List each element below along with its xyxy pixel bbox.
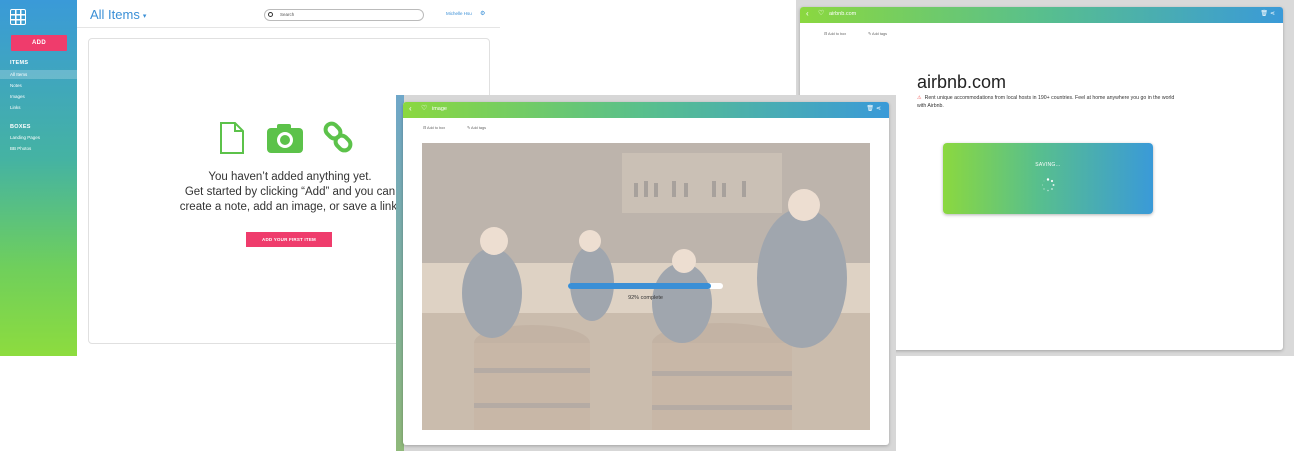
share-icon[interactable]: ⋖	[876, 106, 883, 112]
image-window: ‹ ♡ image 🗑⋖ ⊟ Add to box ✎ Add tags 92%…	[396, 95, 896, 451]
note-icon	[220, 122, 244, 154]
sidebar-item-all-items[interactable]: All Items	[0, 70, 77, 79]
add-tags-label: Add tags	[872, 32, 888, 36]
link-icon	[323, 121, 353, 153]
saving-label: SAVING...	[1035, 162, 1061, 168]
grid-logo-icon[interactable]	[10, 9, 26, 25]
add-to-box-link[interactable]: ⊟ Add to box	[824, 31, 846, 36]
heart-icon[interactable]: ♡	[818, 9, 824, 17]
sidebar-heading-boxes: BOXES	[10, 124, 31, 130]
sidebar-item-notes[interactable]: Notes	[0, 81, 77, 90]
header-divider	[77, 27, 500, 28]
page-title-text: All Items	[90, 7, 140, 22]
saving-overlay: SAVING...	[943, 143, 1153, 214]
add-tags-label: Add tags	[471, 126, 487, 130]
image-title-bar: ‹ ♡ image 🗑⋖	[403, 102, 889, 118]
upload-progress-text: 92% complete	[628, 295, 663, 301]
add-first-item-button[interactable]: ADD YOUR FIRST ITEM	[246, 232, 332, 247]
add-button[interactable]: ADD	[11, 35, 67, 51]
airbnb-page-title: airbnb.com	[917, 72, 1007, 92]
heart-icon[interactable]: ♡	[421, 104, 427, 112]
search-placeholder: Search	[280, 12, 295, 17]
empty-message-line: create a note, add an image, or save a l…	[179, 201, 401, 213]
sidebar-item-links[interactable]: Links	[0, 103, 77, 112]
empty-state-icons	[220, 121, 353, 154]
image-card: ‹ ♡ image 🗑⋖ ⊟ Add to box ✎ Add tags 92%…	[403, 102, 889, 445]
search-input[interactable]: Search	[264, 9, 424, 21]
sidebar: ADD ITEMS All Items Notes Images Links B…	[0, 0, 77, 356]
upload-progress-fill	[568, 283, 711, 289]
share-icon[interactable]: ⋖	[1270, 11, 1277, 17]
trash-icon[interactable]: 🗑	[1260, 11, 1270, 17]
sidebar-heading-items: ITEMS	[10, 60, 29, 66]
back-icon[interactable]: ‹	[806, 9, 809, 18]
airbnb-description: ⚠ Rent unique accommodations from local h…	[917, 94, 1182, 110]
airbnb-logo-icon: ⚠	[917, 95, 922, 101]
empty-message-line: You haven’t added anything yet.	[208, 171, 372, 183]
uploaded-photo: 92% complete	[422, 143, 870, 430]
image-window-title: image	[432, 106, 447, 112]
user-name[interactable]: Michelle Hsu	[446, 11, 472, 16]
add-tags-link[interactable]: ✎ Add tags	[467, 125, 486, 130]
empty-message-line: Get started by clicking “Add” and you ca…	[184, 186, 396, 198]
trash-icon[interactable]: 🗑	[866, 106, 876, 112]
upload-progress-bar	[568, 283, 723, 289]
stage: ADD ITEMS All Items Notes Images Links B…	[0, 0, 1294, 451]
camera-icon	[267, 124, 303, 153]
empty-state-message: You haven’t added anything yet. Get star…	[150, 170, 430, 215]
airbnb-window-title: airbnb.com	[829, 11, 857, 17]
airbnb-description-text: Rent unique accommodations from local ho…	[917, 95, 1175, 109]
sidebar-item-landing-pages[interactable]: Landing Pages	[0, 133, 77, 142]
spinner-icon	[1041, 178, 1055, 192]
airbnb-actions: 🗑⋖	[1260, 10, 1277, 17]
airbnb-title-bar: ‹ ♡ airbnb.com 🗑⋖	[800, 7, 1283, 23]
page-title[interactable]: All Items ▾	[90, 7, 146, 22]
sidebar-item-bb-photos[interactable]: BB Photos	[0, 144, 77, 153]
back-icon[interactable]: ‹	[409, 104, 412, 113]
add-to-box-label: Add to box	[427, 126, 446, 130]
image-actions: 🗑⋖	[866, 105, 883, 112]
caret-down-icon[interactable]: ▾	[143, 13, 147, 20]
gear-icon[interactable]: ⚙	[480, 10, 485, 17]
add-to-box-link[interactable]: ⊟ Add to box	[423, 125, 445, 130]
add-tags-link[interactable]: ✎ Add tags	[868, 31, 887, 36]
sidebar-item-images[interactable]: Images	[0, 92, 77, 101]
add-to-box-label: Add to box	[828, 32, 847, 36]
search-icon	[268, 12, 273, 17]
